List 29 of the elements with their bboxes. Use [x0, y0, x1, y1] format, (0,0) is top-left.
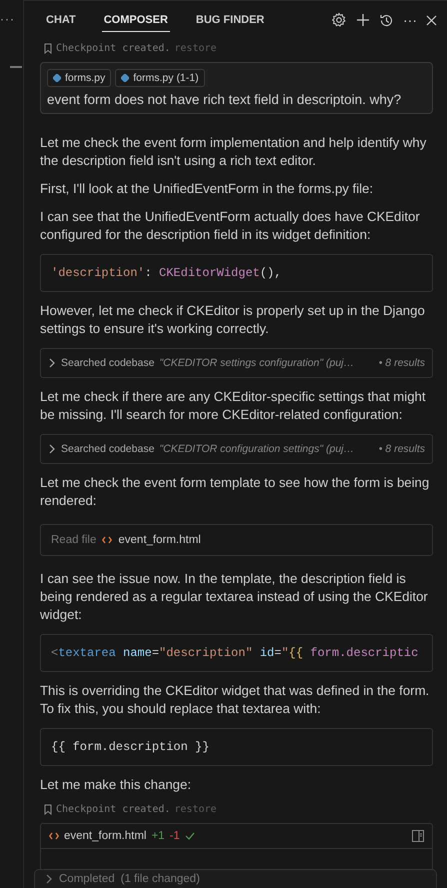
- response-text: First, I'll look at the UnifiedEventForm in the forms.py file:: [40, 180, 374, 198]
- status-bar[interactable]: Completed (1 file changed): [34, 869, 437, 888]
- more-button[interactable]: ···: [403, 12, 417, 28]
- response-text: Let me check the event form implementation and help identify why the description field isn't using a rich text editor.: [40, 134, 428, 170]
- response-text: I can see that the UnifiedEventForm actually does have CKEditor configured for the description field in its widget definition:: [40, 208, 421, 244]
- code-block: 'description': CKEditorWidget(),: [40, 254, 433, 292]
- removed-count: -1: [170, 830, 180, 842]
- search-result-row[interactable]: Searched codebase "CKEDITOR configuration settings" (puj… • 8 results: [40, 434, 433, 464]
- response-text: Let me check if there are any CKEditor-specific settings that might be missing. I'll search for more CKEditor-related configuration:: [40, 388, 427, 424]
- checkpoint-text: Checkpoint created.: [56, 804, 170, 815]
- response-text: Let me make this change:: [40, 776, 192, 794]
- tab[interactable]: BUG FINDER: [194, 8, 266, 32]
- added-count: +1: [151, 830, 165, 842]
- more-text[interactable]: ···: [0, 0, 23, 26]
- checkpoint-text: Checkpoint created.: [56, 43, 170, 54]
- search-result-row[interactable]: Searched codebase "CKEDITOR settings configuration" (puj… • 8 results: [40, 348, 433, 378]
- file-chip[interactable]: forms.py (1-1): [115, 69, 205, 87]
- tab[interactable]: COMPOSER: [102, 8, 170, 32]
- code-block: {{ form.description }}: [40, 728, 433, 766]
- file-name[interactable]: event_form.html: [64, 830, 146, 842]
- message-text: event form does not have rich text field in descriptoin. why?: [47, 92, 402, 107]
- tab[interactable]: CHAT: [44, 8, 78, 32]
- file-chip[interactable]: forms.py: [47, 69, 112, 87]
- response-text: Let me check the event form template to see how the form is being rendered:: [40, 474, 430, 510]
- response-text: This is overriding the CKEditor widget that was defined in the form. To fix this, you should replace that textarea with:: [40, 682, 430, 718]
- response-text: I can see the issue now. In the template, the description field is being rendered as a regular textarea instead of using the CKEditor widget:: [40, 570, 429, 624]
- read-file-row[interactable]: Read file event_form.html: [40, 524, 433, 556]
- response-text: However, let me check if CKEditor is properly set up in the Django settings to ensure it's working correctly.: [40, 302, 426, 338]
- code-block: <textarea name="description" id="{{ form.descriptic: [40, 634, 433, 672]
